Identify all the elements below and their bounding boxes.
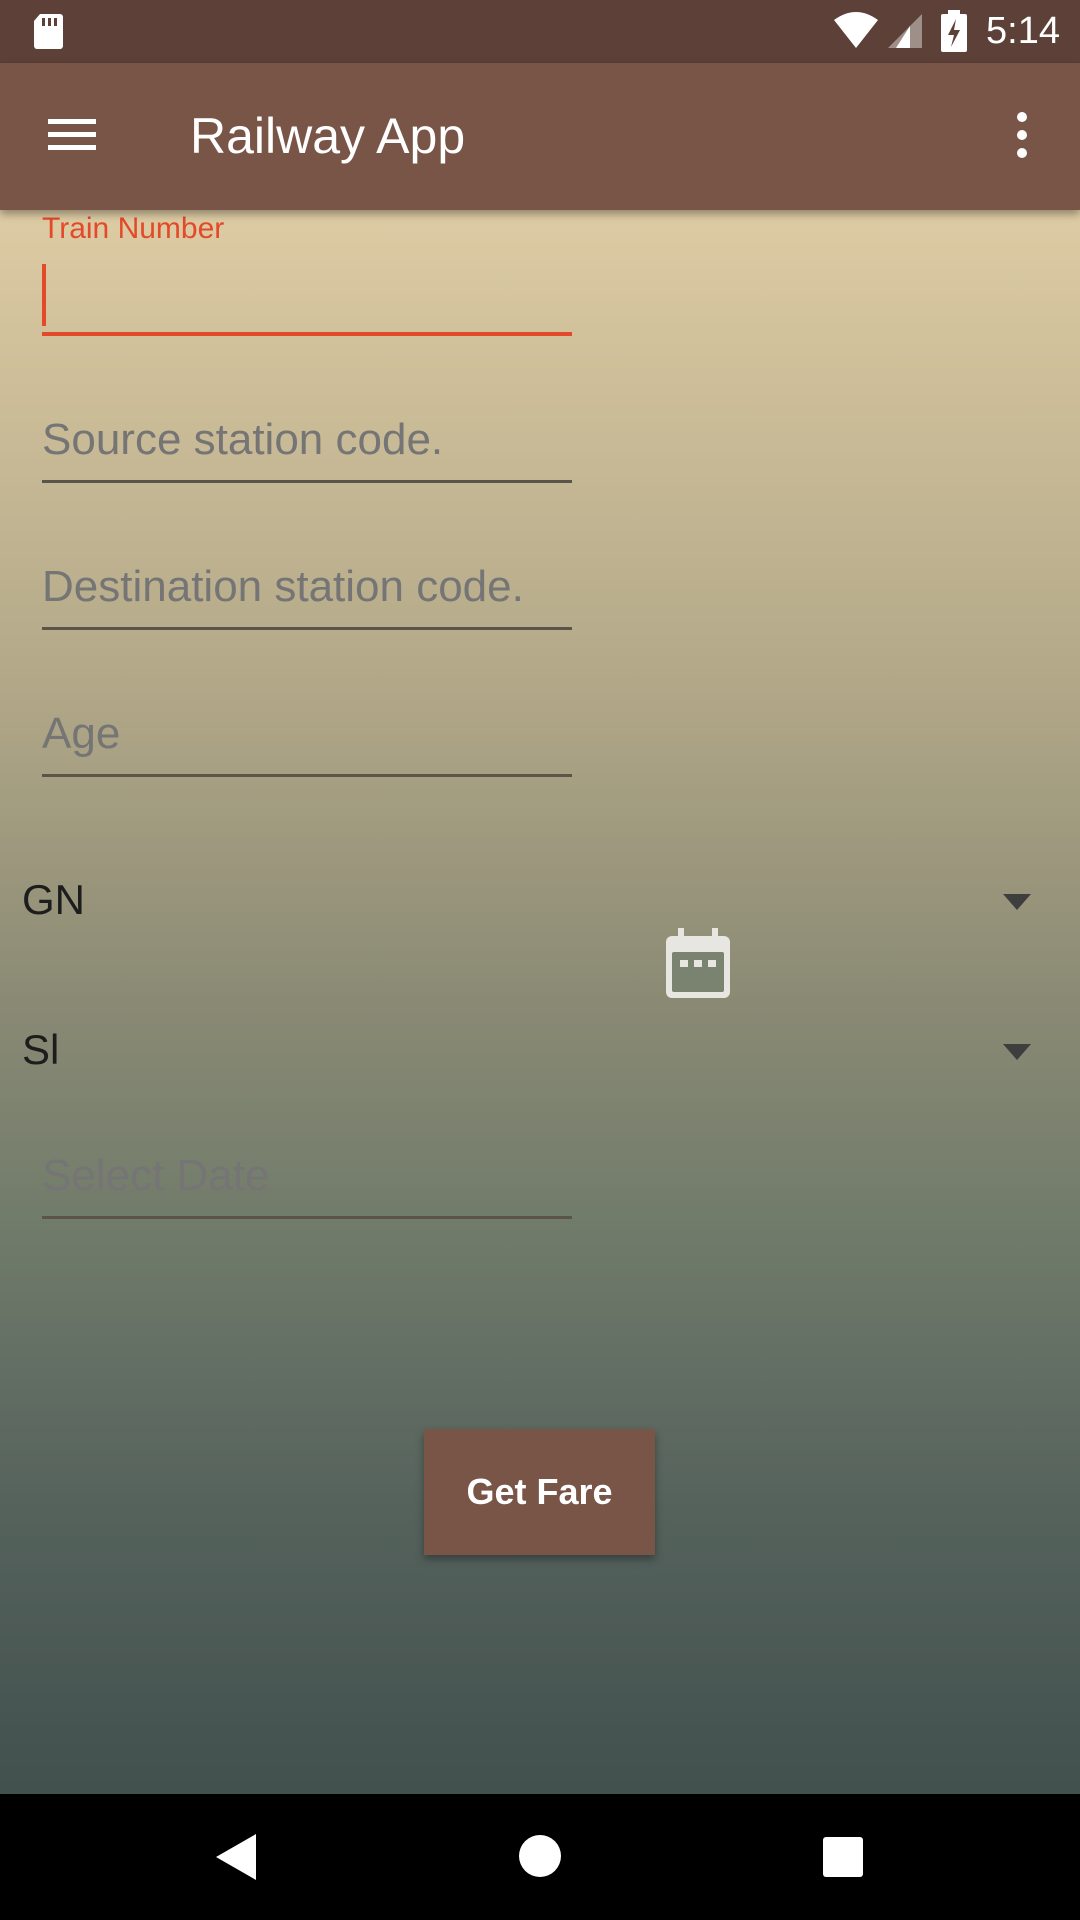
destination-station-underline [42,627,572,630]
app-title: Railway App [190,108,466,164]
home-icon[interactable] [518,1834,562,1878]
train-number-underline [42,332,572,336]
destination-station-input[interactable] [42,557,572,617]
date-field[interactable] [42,1136,572,1226]
age-underline [42,774,572,777]
status-bar: 5:14 [0,0,1080,63]
date-input[interactable] [42,1146,572,1206]
date-underline [42,1216,572,1219]
status-time: 5:14 [986,10,1060,52]
age-field[interactable] [42,694,572,784]
class-selected: Sl [22,1026,60,1073]
fare-form: Train Number GN Sl [0,210,1080,1794]
system-nav-bar [0,1794,1080,1920]
quota-spinner[interactable]: GN [0,854,1080,954]
back-icon[interactable] [214,1832,258,1882]
train-number-input[interactable] [42,264,572,326]
get-fare-button[interactable]: Get Fare [424,1429,655,1555]
app-bar: Railway App [0,63,1080,210]
train-number-field[interactable]: Train Number [42,210,572,340]
destination-station-field[interactable] [42,547,572,637]
class-spinner[interactable]: Sl [0,1004,1080,1104]
more-vert-icon[interactable] [1004,105,1040,165]
signal-icon [888,14,922,48]
quota-selected: GN [22,876,85,923]
battery-charging-icon [941,10,967,52]
source-station-input[interactable] [42,410,572,470]
recents-icon[interactable] [822,1836,864,1878]
age-input[interactable] [42,704,572,764]
sd-card-icon [34,14,63,49]
source-station-underline [42,480,572,483]
calendar-icon[interactable] [664,928,732,1000]
hamburger-menu-icon[interactable] [40,107,104,163]
source-station-field[interactable] [42,400,572,490]
dropdown-arrow-icon [1003,894,1031,910]
dropdown-arrow-icon [1003,1044,1031,1060]
wifi-icon [834,12,878,48]
train-number-label: Train Number [42,212,225,245]
